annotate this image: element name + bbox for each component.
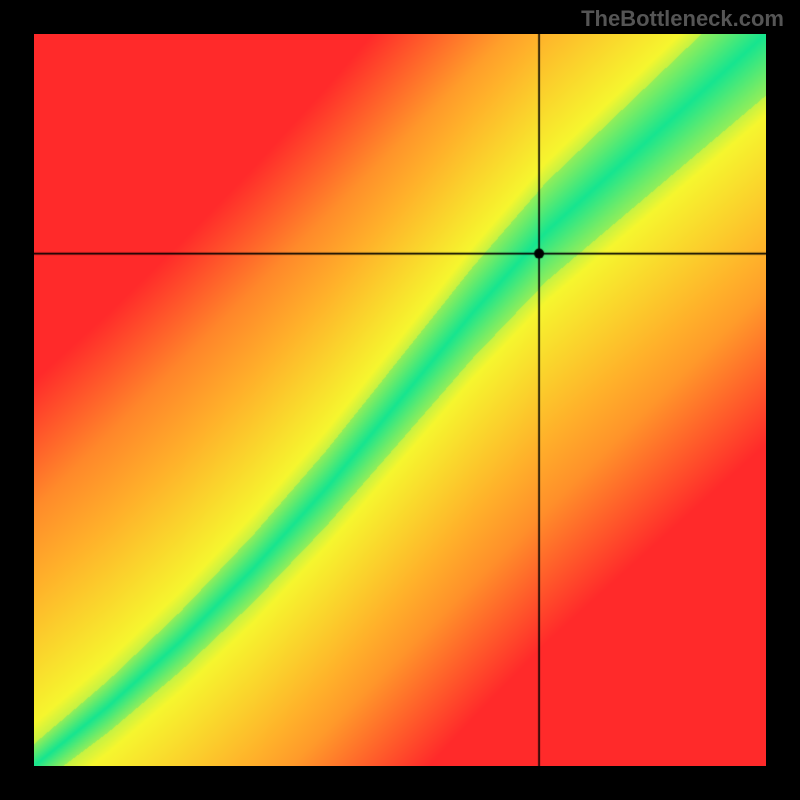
watermark-text: TheBottleneck.com	[581, 6, 784, 32]
chart-container: TheBottleneck.com	[0, 0, 800, 800]
bottleneck-heatmap	[34, 34, 766, 766]
